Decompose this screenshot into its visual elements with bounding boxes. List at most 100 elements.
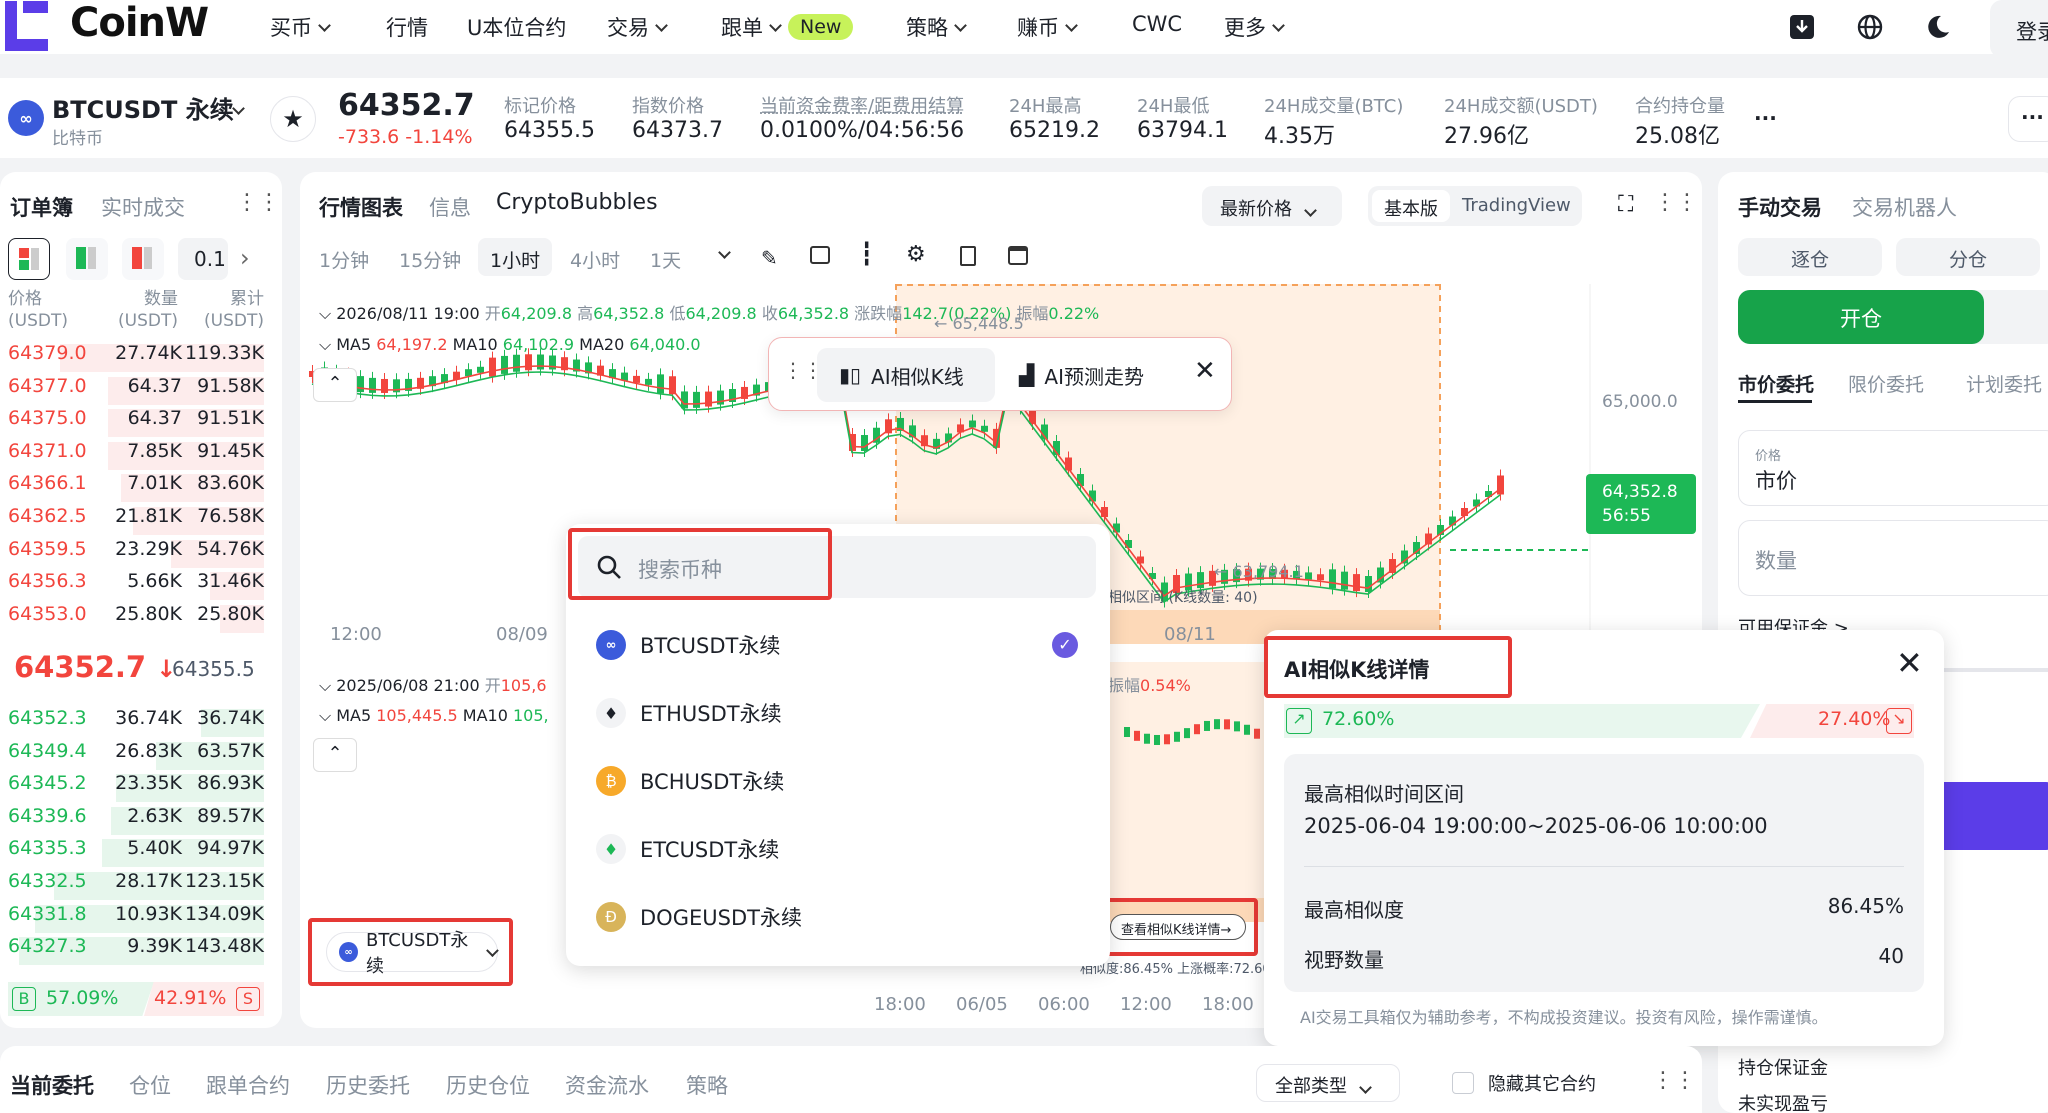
template-doc-icon[interactable] — [960, 246, 976, 266]
nav-copy-trading[interactable]: 跟单 New — [721, 12, 854, 42]
symbol-dropdown-icon[interactable] — [232, 102, 245, 115]
bid-row[interactable]: 64332.5 28.17K 123.15K — [8, 870, 264, 902]
nav-markets[interactable]: 行情 — [386, 12, 428, 42]
version-basic[interactable]: 基本版 — [1372, 190, 1450, 222]
view-both-icon[interactable] — [8, 238, 50, 280]
ask-row[interactable]: 64379.0 27.74K 119.33K — [8, 342, 264, 374]
ask-row[interactable]: 64353.0 25.80K 25.80K — [8, 603, 264, 635]
tab-plan-order[interactable]: 计划委托 — [1966, 370, 2042, 397]
bid-row[interactable]: 64327.3 9.39K 143.48K — [8, 935, 264, 967]
coin-option-doge[interactable]: Ð DOGEUSDT永续 — [596, 902, 802, 932]
nav-earn[interactable]: 赚币 — [1017, 12, 1078, 42]
collapse-sub-indicators-button[interactable]: ⌃ — [313, 738, 357, 772]
view-asks-icon[interactable] — [122, 238, 164, 280]
coin-option-etc[interactable]: ♦ ETCUSDT永续 — [596, 834, 779, 864]
tab-market-order[interactable]: 市价委托 — [1738, 370, 1814, 397]
symbol-name[interactable]: BTCUSDT 永续 — [52, 90, 234, 125]
ask-row[interactable]: 64359.5 23.29K 54.76K — [8, 538, 264, 570]
calendar-icon[interactable] — [1008, 246, 1028, 265]
tab-trading-bot[interactable]: 交易机器人 — [1852, 192, 1957, 222]
search-input[interactable]: 搜索币种 — [638, 554, 722, 584]
interval-more-chevron-icon[interactable] — [718, 246, 731, 259]
tab-cryptobubbles[interactable]: CryptoBubbles — [496, 190, 658, 215]
coin-option-btc[interactable]: ∞ BTCUSDT永续 — [596, 630, 780, 660]
bid-row[interactable]: 64345.2 23.35K 86.93K — [8, 772, 264, 804]
tab-copy-contracts[interactable]: 跟单合约 — [206, 1070, 290, 1100]
open-position-tab[interactable]: 开仓 — [1738, 290, 1984, 344]
login-button[interactable]: 登录 — [1990, 0, 2048, 58]
tab-orderbook[interactable]: 订单簿 — [10, 192, 73, 222]
interval-1d[interactable]: 1天 — [650, 246, 681, 273]
nav-strategy[interactable]: 策略 — [906, 12, 967, 42]
dark-mode-icon[interactable] — [1925, 14, 1951, 40]
interval-1m[interactable]: 1分钟 — [319, 246, 369, 273]
tab-fund-flow[interactable]: 资金流水 — [565, 1070, 649, 1100]
ask-row[interactable]: 64366.1 7.01K 83.60K — [8, 472, 264, 504]
price-field[interactable]: 价格 市价 — [1738, 430, 2048, 506]
nav-more[interactable]: 更多 — [1224, 12, 1285, 42]
coinw-logo-icon[interactable] — [5, 1, 48, 51]
interval-15m[interactable]: 15分钟 — [399, 246, 461, 273]
version-tradingview[interactable]: TradingView — [1462, 195, 1571, 216]
favorite-star-icon[interactable]: ★ — [270, 96, 316, 142]
price-cell: 64359.5 — [8, 537, 87, 560]
drag-handle-icon[interactable]: ⋮⋮ — [1652, 1068, 1696, 1093]
bid-row[interactable]: 64339.6 2.63K 89.57K — [8, 805, 264, 837]
settings-more-icon[interactable]: ··· — [2008, 96, 2048, 142]
ask-row[interactable]: 64362.5 21.81K 76.58K — [8, 505, 264, 537]
download-icon[interactable] — [1789, 14, 1815, 40]
draw-pen-icon[interactable]: ✎ — [761, 246, 778, 270]
candle-type-icon[interactable]: ┇ — [860, 242, 873, 267]
price-type-select[interactable]: 最新价格 — [1202, 186, 1342, 226]
drag-handle-icon[interactable]: ⋮⋮ — [236, 190, 280, 215]
tab-position-history[interactable]: 历史仓位 — [446, 1070, 530, 1100]
view-similar-detail-button[interactable]: 查看相似K线详情→ — [1110, 914, 1246, 940]
bid-row[interactable]: 64349.4 26.83K 63.57K — [8, 740, 264, 772]
ask-row[interactable]: 64377.0 64.37 91.58K — [8, 375, 264, 407]
indicator-icon[interactable] — [810, 246, 830, 264]
tab-limit-order[interactable]: 限价委托 — [1848, 370, 1924, 397]
symbol-select-pill[interactable]: ∞ BTCUSDT永续 — [326, 930, 499, 977]
isolated-margin-button[interactable]: 逐仓 — [1738, 238, 1882, 276]
coin-option-eth[interactable]: ♦ ETHUSDT永续 — [596, 698, 782, 728]
more-stats-icon[interactable]: ··· — [1754, 106, 1777, 130]
ask-row[interactable]: 64375.0 64.37 91.51K — [8, 407, 264, 439]
precision-select[interactable]: 0.1 — [178, 238, 228, 280]
chevron-right-icon[interactable]: › — [240, 244, 250, 272]
nav-trade[interactable]: 交易 — [607, 12, 668, 42]
interval-4h[interactable]: 4小时 — [570, 246, 620, 273]
collapse-indicators-button[interactable]: ⌃ — [313, 368, 357, 402]
tab-chart[interactable]: 行情图表 — [319, 192, 403, 222]
close-icon[interactable]: ✕ — [1896, 644, 1923, 682]
quantity-field[interactable]: 数量 — [1738, 520, 2048, 596]
ask-row[interactable]: 64371.0 7.85K 91.45K — [8, 440, 264, 472]
tab-order-history[interactable]: 历史委托 — [326, 1070, 410, 1100]
bid-row[interactable]: 64352.3 36.74K 36.74K — [8, 707, 264, 739]
brand-name[interactable]: CoinW — [70, 0, 209, 46]
globe-icon[interactable] — [1857, 14, 1883, 40]
coin-option-bch[interactable]: ₿ BCHUSDT永续 — [596, 766, 784, 796]
hide-other-checkbox[interactable] — [1452, 1072, 1474, 1094]
nav-buy-crypto[interactable]: 买币 — [270, 12, 331, 42]
tab-current-orders[interactable]: 当前委托 — [10, 1070, 94, 1100]
ai-predict-button[interactable]: ▟ AI预测走势 — [1019, 348, 1144, 402]
tab-strategy[interactable]: 策略 — [686, 1070, 728, 1100]
nav-cwc[interactable]: CWC — [1132, 12, 1182, 36]
bid-row[interactable]: 64331.8 10.93K 134.09K — [8, 903, 264, 935]
tab-info[interactable]: 信息 — [429, 192, 471, 222]
bid-row[interactable]: 64335.3 5.40K 94.97K — [8, 837, 264, 869]
gear-icon[interactable]: ⚙ — [906, 242, 926, 267]
nav-usdt-futures[interactable]: U本位合约 — [467, 12, 566, 42]
order-type-filter[interactable]: 全部类型 — [1256, 1064, 1400, 1102]
close-icon[interactable]: ✕ — [1194, 356, 1216, 386]
drag-handle-icon[interactable]: ⋮⋮ — [1654, 190, 1698, 215]
interval-1h[interactable]: 1小时 — [478, 238, 552, 276]
fullscreen-icon[interactable]: ⛶ — [1618, 192, 1633, 217]
view-bids-icon[interactable] — [66, 238, 108, 280]
split-margin-button[interactable]: 分仓 — [1896, 238, 2040, 276]
tab-recent-trades[interactable]: 实时成交 — [101, 192, 185, 222]
ai-similar-kline-button[interactable]: ▮▯ AI相似K线 — [817, 348, 995, 402]
tab-manual-trade[interactable]: 手动交易 — [1738, 192, 1822, 222]
ask-row[interactable]: 64356.3 5.66K 31.46K — [8, 570, 264, 602]
tab-positions[interactable]: 仓位 — [129, 1070, 171, 1100]
